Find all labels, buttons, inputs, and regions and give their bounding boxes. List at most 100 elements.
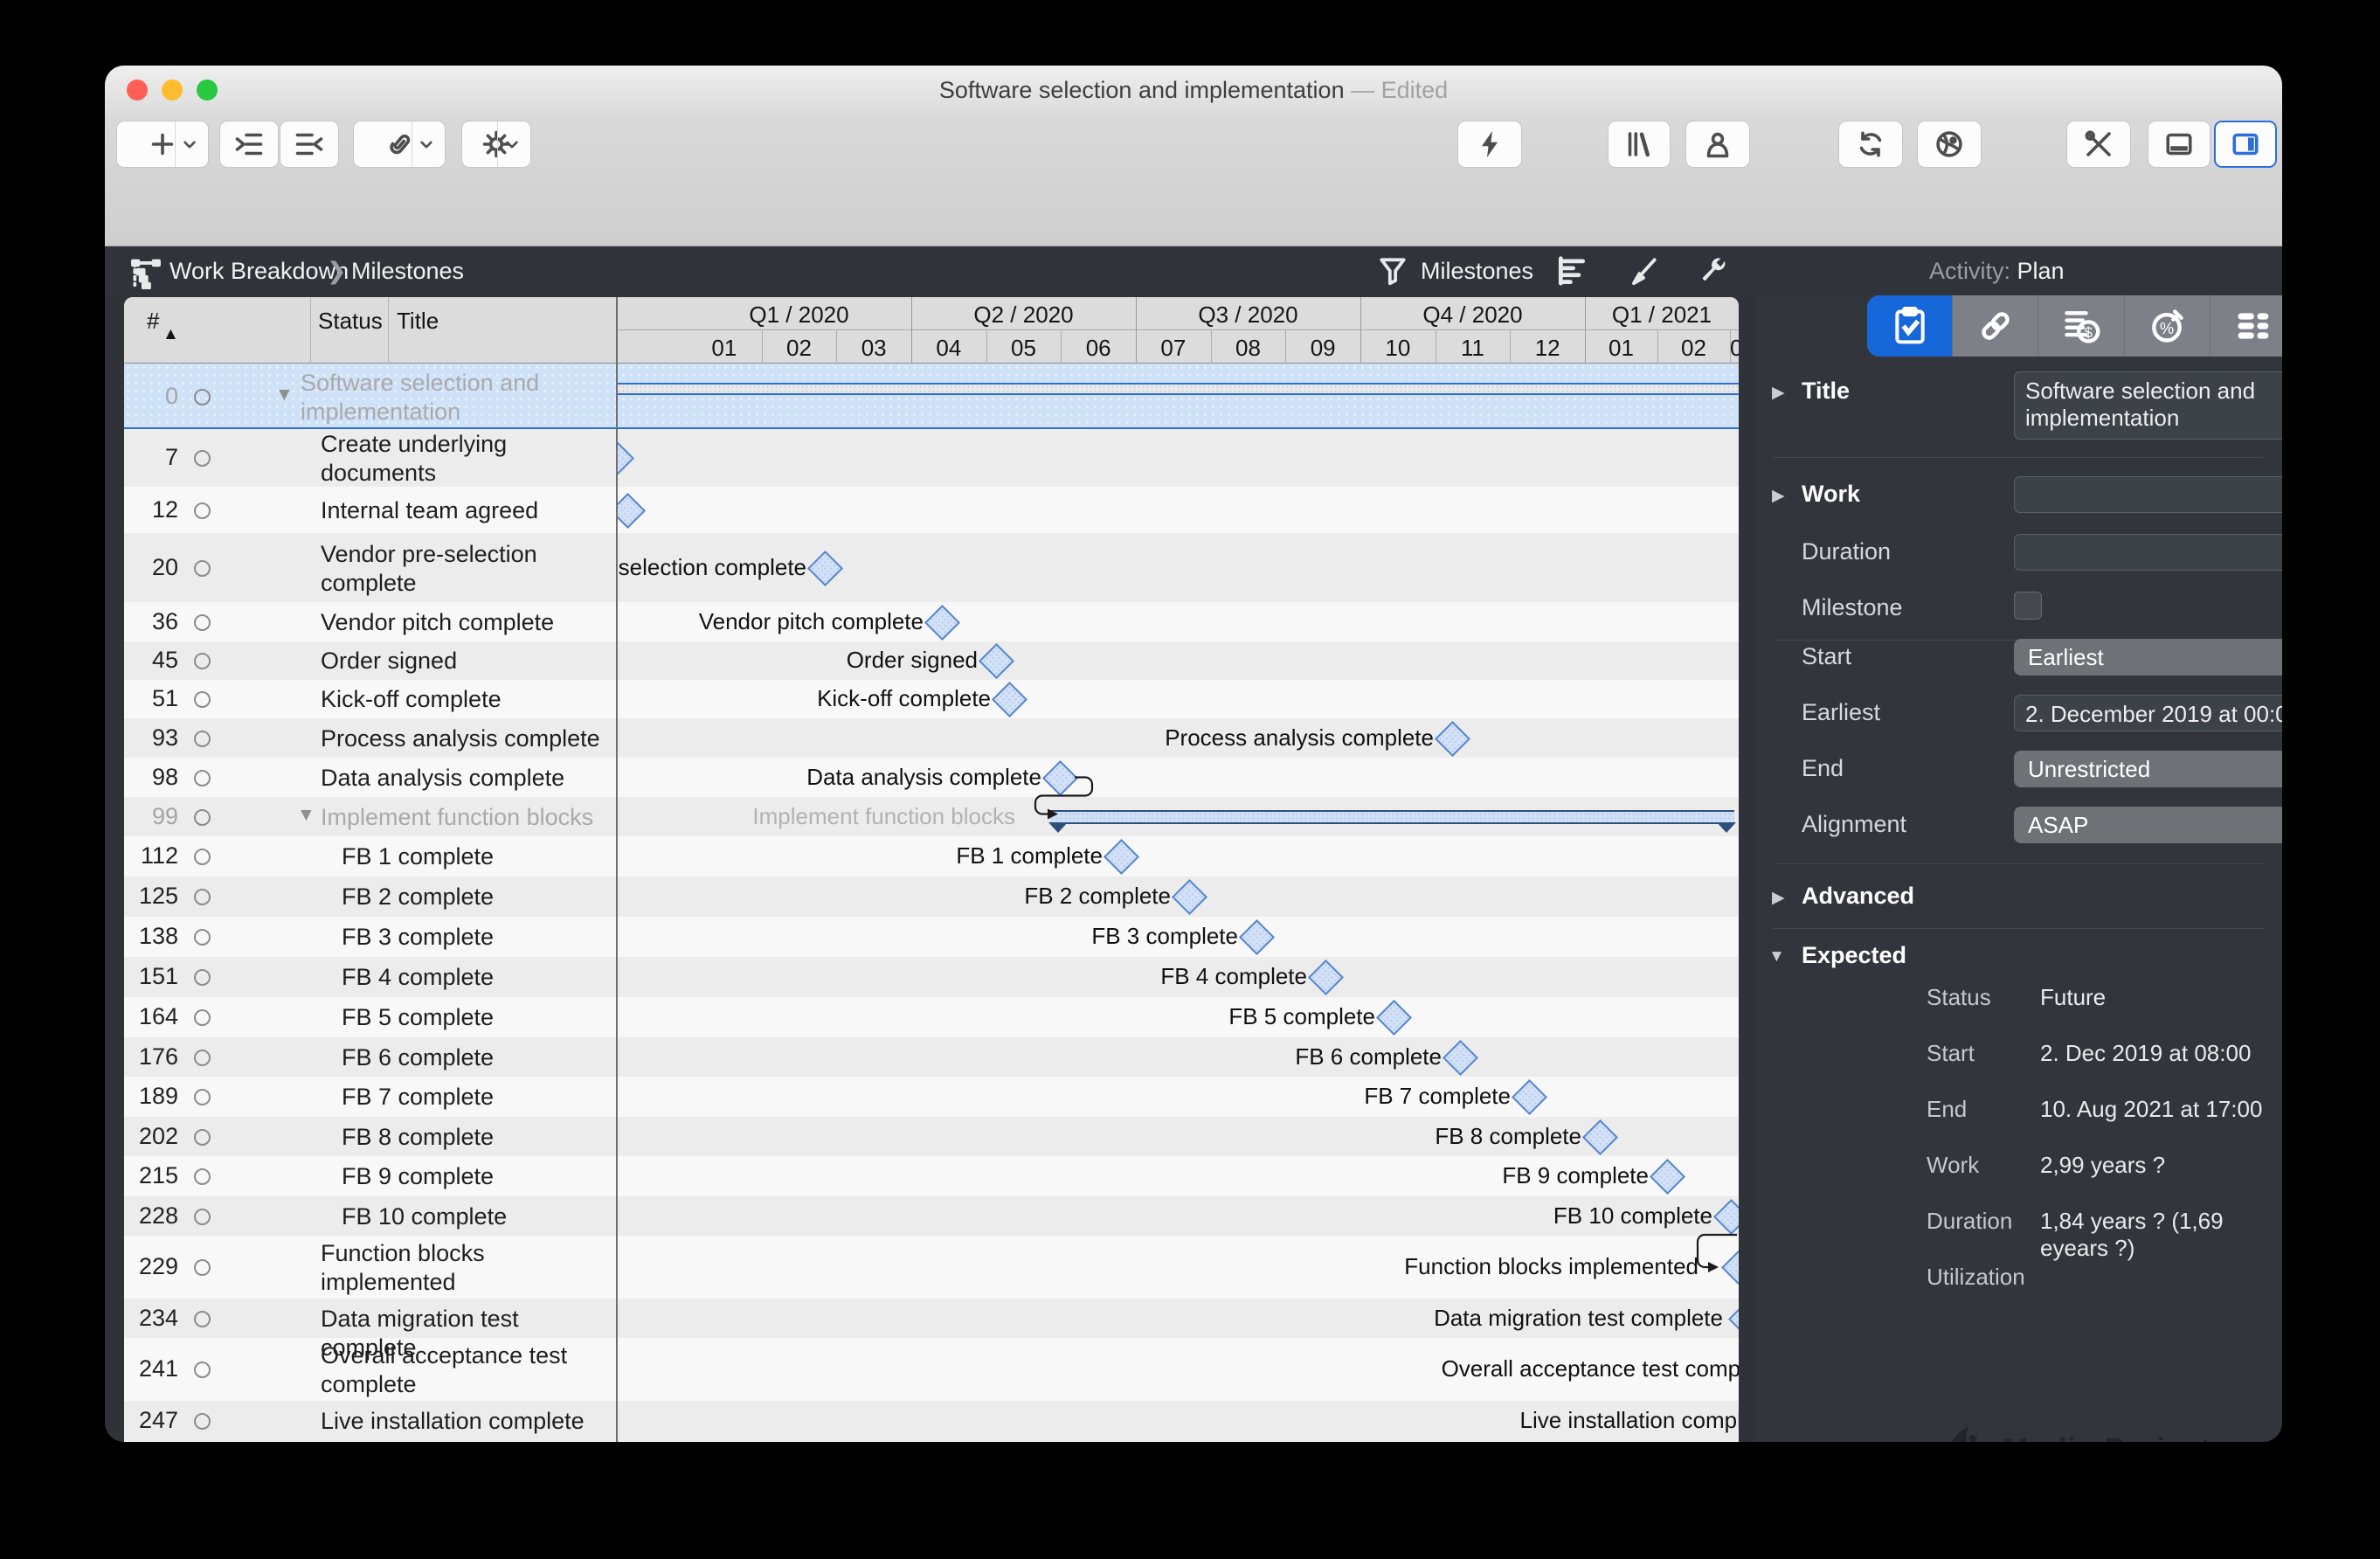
outdent-icon bbox=[294, 128, 325, 160]
row-title[interactable]: Order signed bbox=[321, 647, 613, 676]
row-title[interactable]: FB 1 complete bbox=[342, 842, 613, 871]
row-title[interactable]: Data analysis complete bbox=[321, 764, 613, 793]
status-icon[interactable] bbox=[194, 559, 211, 577]
start-field-label: Start bbox=[1802, 643, 1852, 669]
row-title[interactable]: FB 3 complete bbox=[342, 923, 613, 952]
work-input[interactable] bbox=[2014, 476, 2282, 513]
end-popup[interactable]: Unrestricted ▲▼ bbox=[2014, 751, 2282, 787]
duration-input[interactable] bbox=[2014, 534, 2282, 571]
inspector-tab-money[interactable]: $ bbox=[2038, 295, 2125, 357]
status-icon[interactable] bbox=[194, 808, 211, 826]
milestone-checkbox[interactable] bbox=[2014, 592, 2042, 620]
row-title[interactable]: Implement function blocks bbox=[321, 803, 613, 832]
advanced-disclosure-icon[interactable]: ▶ bbox=[1772, 888, 1785, 908]
row-title[interactable]: Function blocks implemented bbox=[321, 1239, 613, 1297]
row-title[interactable]: Overall acceptance test complete bbox=[321, 1341, 613, 1399]
status-icon[interactable] bbox=[194, 969, 211, 986]
column-header-number[interactable]: # bbox=[147, 308, 159, 335]
status-icon[interactable] bbox=[194, 388, 211, 405]
toggle-bottom-panel-button[interactable] bbox=[2148, 121, 2210, 168]
row-number: 125 bbox=[138, 883, 178, 909]
filter-label[interactable]: Milestones bbox=[1421, 258, 1533, 285]
sort-ascending-icon[interactable]: ▲ bbox=[163, 325, 179, 344]
style-brush-icon[interactable] bbox=[1627, 254, 1660, 288]
row-title[interactable]: Kick-off complete bbox=[321, 685, 613, 714]
row-title[interactable]: FB 8 complete bbox=[342, 1123, 613, 1152]
toggle-inspector-button[interactable] bbox=[2214, 121, 2277, 168]
expected-row-value: 2,99 years ? bbox=[2040, 1152, 2166, 1178]
status-icon[interactable] bbox=[194, 1208, 211, 1225]
expected-disclosure-icon[interactable]: ▼ bbox=[1768, 947, 1785, 967]
settings-menu-button[interactable] bbox=[461, 121, 531, 168]
status-icon[interactable] bbox=[194, 1362, 211, 1378]
row-title[interactable]: Internal team agreed bbox=[321, 496, 613, 525]
row-title[interactable]: Process analysis complete bbox=[321, 724, 613, 753]
column-header-title[interactable]: Title bbox=[397, 308, 439, 335]
status-icon[interactable] bbox=[194, 1089, 211, 1105]
resources-button[interactable] bbox=[1685, 121, 1750, 168]
inspector-tab-resources[interactable] bbox=[2210, 295, 2282, 357]
status-icon[interactable] bbox=[194, 691, 211, 708]
status-icon[interactable] bbox=[194, 889, 211, 905]
status-icon[interactable] bbox=[194, 1128, 211, 1146]
funnel-icon[interactable] bbox=[1376, 254, 1409, 288]
row-title[interactable]: FB 6 complete bbox=[342, 1043, 613, 1072]
row-title[interactable]: Create underlying documents bbox=[321, 430, 613, 488]
row-title[interactable]: FB 4 complete bbox=[342, 963, 613, 992]
breadcrumb-item[interactable]: Milestones bbox=[351, 258, 464, 285]
row-title[interactable]: FB 9 complete bbox=[342, 1162, 613, 1191]
row-title[interactable]: Vendor pre-selection complete bbox=[321, 540, 613, 598]
row-title[interactable]: Live installation complete bbox=[321, 1407, 613, 1436]
alignment-popup[interactable]: ASAP ▲▼ bbox=[2014, 807, 2282, 843]
status-icon[interactable] bbox=[194, 929, 211, 946]
row-title[interactable]: FB 10 complete bbox=[342, 1202, 613, 1231]
outdent-button[interactable] bbox=[280, 121, 339, 168]
row-title[interactable]: Software selection and implementation bbox=[301, 369, 613, 426]
tools-button[interactable] bbox=[2066, 121, 2131, 168]
status-icon[interactable] bbox=[194, 502, 211, 519]
row-number: 20 bbox=[151, 553, 178, 580]
title-field-label: Title bbox=[1802, 378, 1851, 404]
status-icon[interactable] bbox=[194, 613, 211, 631]
status-icon[interactable] bbox=[194, 849, 211, 865]
status-icon[interactable] bbox=[194, 1049, 211, 1066]
inspector-tab-clipboard-check[interactable] bbox=[1867, 295, 1954, 357]
end-field-label: End bbox=[1802, 755, 1844, 781]
row-title[interactable]: Vendor pitch complete bbox=[321, 608, 613, 637]
network-button[interactable] bbox=[1917, 121, 1982, 168]
status-icon[interactable] bbox=[194, 450, 211, 467]
earliest-date-input[interactable]: 2. December 2019 at 00:00 ▼ bbox=[2014, 695, 2282, 731]
row-title[interactable]: FB 7 complete bbox=[342, 1083, 613, 1112]
title-disclosure-icon[interactable]: ▶ bbox=[1772, 383, 1785, 403]
status-icon[interactable] bbox=[194, 1259, 211, 1276]
row-title[interactable]: FB 2 complete bbox=[342, 883, 613, 911]
status-icon[interactable] bbox=[194, 1168, 211, 1185]
inspector-tab-link[interactable] bbox=[1953, 295, 2039, 357]
status-icon[interactable] bbox=[194, 1310, 211, 1327]
inspector-panel: $% ▶ Title Software selection and implem… bbox=[1756, 295, 2282, 1442]
settings-wrench-icon[interactable] bbox=[1699, 254, 1732, 288]
disclosure-triangle-icon[interactable]: ▼ bbox=[275, 385, 294, 405]
status-icon[interactable] bbox=[194, 653, 211, 669]
activities-button[interactable] bbox=[1457, 121, 1522, 168]
column-header-status[interactable]: Status bbox=[318, 308, 383, 335]
expected-row-value: 1,84 years ? (1,69 eyears ?) bbox=[2040, 1208, 2224, 1261]
view-options-icon[interactable] bbox=[1555, 254, 1588, 288]
work-disclosure-icon[interactable]: ▶ bbox=[1772, 486, 1785, 506]
status-icon[interactable] bbox=[194, 1009, 211, 1026]
status-icon[interactable] bbox=[194, 769, 211, 786]
disclosure-triangle-icon[interactable]: ▼ bbox=[297, 805, 315, 826]
attachment-button[interactable] bbox=[353, 121, 446, 168]
title-input[interactable]: Software selection and implementation bbox=[2014, 371, 2282, 440]
sync-button[interactable] bbox=[1838, 121, 1903, 168]
status-icon[interactable] bbox=[194, 730, 211, 747]
window-title: Software selection and implementation — … bbox=[938, 77, 1449, 103]
library-button[interactable] bbox=[1608, 121, 1671, 168]
row-title[interactable]: FB 5 complete bbox=[342, 1003, 613, 1032]
add-item-button[interactable] bbox=[116, 121, 209, 168]
inspector-tab-percent-clock[interactable]: % bbox=[2125, 295, 2210, 357]
indent-button[interactable] bbox=[219, 121, 279, 168]
breadcrumb-view[interactable]: Work Breakdown bbox=[170, 258, 349, 285]
start-popup[interactable]: Earliest ▲▼ bbox=[2014, 639, 2282, 676]
status-icon[interactable] bbox=[194, 1413, 211, 1430]
